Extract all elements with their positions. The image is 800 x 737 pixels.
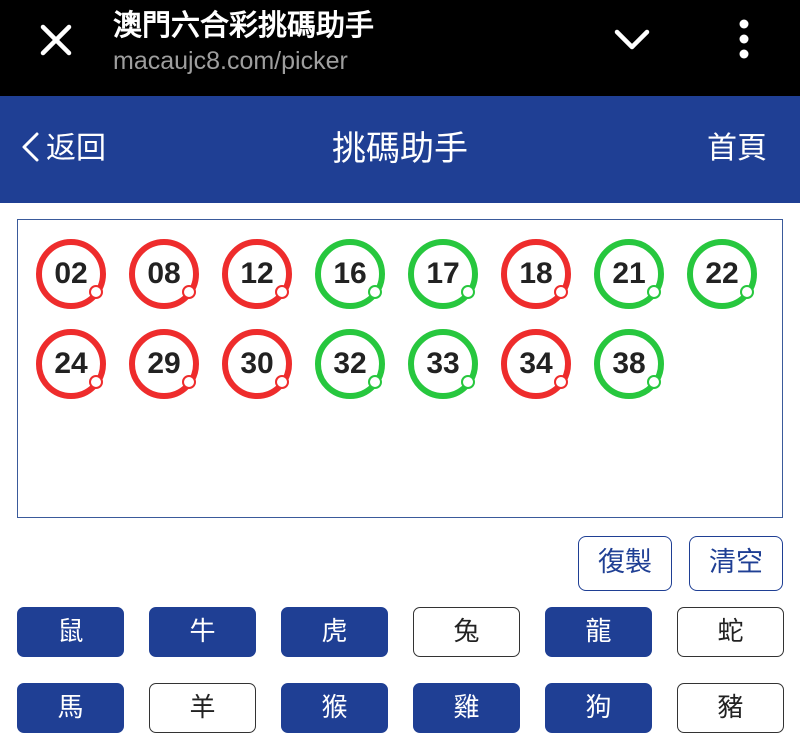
ball-highlight-icon — [182, 375, 196, 389]
ball-highlight-icon — [368, 285, 382, 299]
number-ball[interactable]: 02 — [36, 239, 106, 309]
ball-highlight-icon — [647, 375, 661, 389]
ball-highlight-icon — [740, 285, 754, 299]
ball-highlight-icon — [461, 285, 475, 299]
zodiac-button[interactable]: 狗 — [545, 683, 652, 733]
number-ball[interactable]: 21 — [594, 239, 664, 309]
picked-numbers-panel: 02 08 12 16 17 18 21 22 24 29 30 32 33 34 38 — [17, 219, 783, 518]
more-vert-icon[interactable] — [726, 14, 762, 66]
number-ball[interactable]: 22 — [687, 239, 757, 309]
zodiac-button[interactable]: 豬 — [677, 683, 784, 733]
close-icon[interactable] — [32, 16, 80, 64]
ball-highlight-icon — [461, 375, 475, 389]
ball-highlight-icon — [182, 285, 196, 299]
browser-url[interactable]: macaujc8.com/picker — [113, 47, 348, 76]
ball-highlight-icon — [275, 375, 289, 389]
chevron-down-icon[interactable] — [608, 20, 656, 60]
number-ball[interactable]: 24 — [36, 329, 106, 399]
zodiac-button[interactable]: 虎 — [281, 607, 388, 657]
ball-highlight-icon — [554, 285, 568, 299]
zodiac-button[interactable]: 兔 — [413, 607, 520, 657]
number-ball[interactable]: 33 — [408, 329, 478, 399]
number-ball[interactable]: 38 — [594, 329, 664, 399]
number-ball[interactable]: 29 — [129, 329, 199, 399]
number-ball[interactable]: 32 — [315, 329, 385, 399]
clear-button[interactable]: 清空 — [689, 536, 783, 591]
ball-highlight-icon — [89, 375, 103, 389]
number-ball[interactable]: 18 — [501, 239, 571, 309]
app-header: 返回 挑碼助手 首頁 — [0, 96, 800, 203]
ball-highlight-icon — [275, 285, 289, 299]
zodiac-button[interactable]: 羊 — [149, 683, 256, 733]
number-ball[interactable]: 16 — [315, 239, 385, 309]
copy-button[interactable]: 復製 — [578, 536, 672, 591]
number-ball[interactable]: 17 — [408, 239, 478, 309]
zodiac-button[interactable]: 猴 — [281, 683, 388, 733]
zodiac-button[interactable]: 雞 — [413, 683, 520, 733]
ball-highlight-icon — [647, 285, 661, 299]
browser-top-bar: 澳門六合彩挑碼助手 macaujc8.com/picker — [0, 0, 800, 96]
home-link[interactable]: 首頁 — [707, 131, 767, 167]
number-ball[interactable]: 30 — [222, 329, 292, 399]
zodiac-button[interactable]: 蛇 — [677, 607, 784, 657]
number-ball[interactable]: 08 — [129, 239, 199, 309]
page-title: 挑碼助手 — [332, 129, 468, 169]
number-ball[interactable]: 12 — [222, 239, 292, 309]
browser-page-title: 澳門六合彩挑碼助手 — [113, 8, 375, 42]
zodiac-button[interactable]: 牛 — [149, 607, 256, 657]
ball-highlight-icon — [554, 375, 568, 389]
number-ball[interactable]: 34 — [501, 329, 571, 399]
ball-highlight-icon — [89, 285, 103, 299]
ball-highlight-icon — [368, 375, 382, 389]
zodiac-button[interactable]: 鼠 — [17, 607, 124, 657]
zodiac-button[interactable]: 馬 — [17, 683, 124, 733]
zodiac-button[interactable]: 龍 — [545, 607, 652, 657]
